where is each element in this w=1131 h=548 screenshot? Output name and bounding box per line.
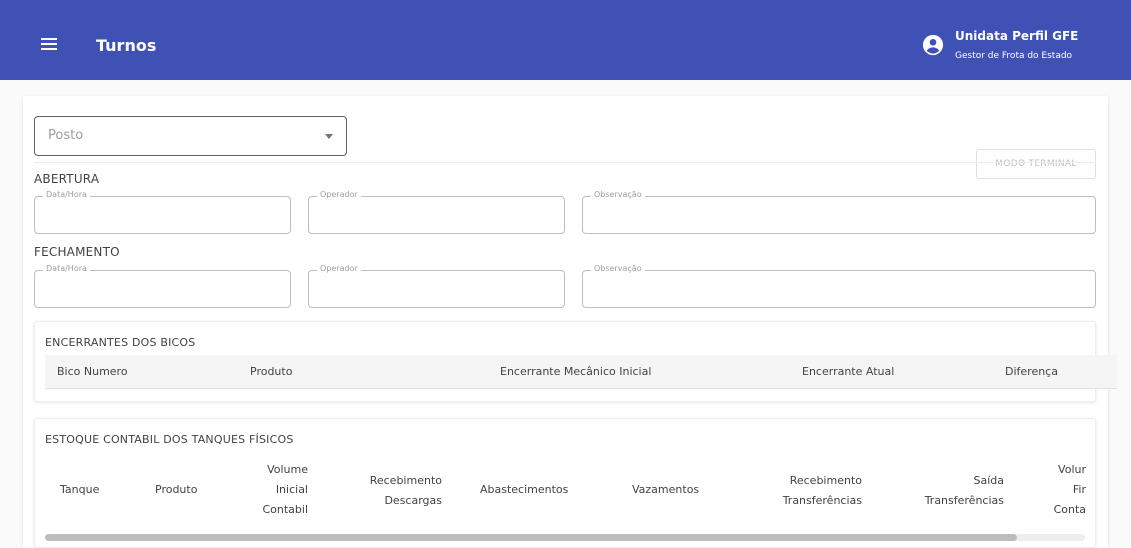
column-header[interactable]: Abastecimentos (480, 480, 568, 500)
column-header[interactable]: Diferença (1005, 365, 1058, 378)
abertura-operador-field[interactable]: Operador (308, 190, 565, 234)
fechamento-operador-field[interactable]: Operador (308, 264, 565, 308)
account-circle-icon[interactable] (922, 34, 944, 56)
column-header[interactable]: Recebimento Transferências (728, 471, 862, 511)
fechamento-title: FECHAMENTO (34, 245, 120, 259)
column-header[interactable]: Encerrante Mecânico Inicial (500, 365, 651, 378)
user-role: Gestor de Frota do Estado (955, 51, 1073, 61)
estoque-title: ESTOQUE CONTABIL DOS TANQUES FÍSICOS (45, 433, 294, 446)
fechamento-operador-label: Operador (317, 264, 361, 273)
column-header[interactable]: Produto (155, 480, 197, 500)
app-bar: Turnos Unidata Perfil GFE Gestor de Frot… (0, 0, 1131, 80)
encerrantes-card: ENCERRANTES DOS BICOS Bico Numero Produt… (34, 321, 1117, 402)
fechamento-datahora-field[interactable]: Data/Hora (34, 264, 291, 308)
column-header[interactable]: Vazamentos (632, 480, 699, 500)
fechamento-observacao-field[interactable]: Observação (582, 264, 1096, 308)
abertura-datahora-field[interactable]: Data/Hora (34, 190, 291, 234)
column-header[interactable]: Tanque (60, 480, 99, 500)
column-header[interactable]: Volur Fir Conta (1050, 460, 1086, 520)
column-header[interactable]: Volume Inicial Contabil (256, 460, 308, 520)
menu-icon[interactable] (41, 38, 57, 50)
abertura-title: ABERTURA (34, 172, 100, 186)
encerrantes-table-header: Bico Numero Produto Encerrante Mecânico … (45, 355, 1117, 389)
abertura-operador-label: Operador (317, 190, 361, 199)
column-header[interactable]: Saída Transferências (898, 471, 1004, 511)
fechamento-observacao-label: Observação (591, 264, 645, 273)
abertura-observacao-label: Observação (591, 190, 645, 199)
posto-select-label: Posto (48, 128, 84, 143)
fechamento-datahora-label: Data/Hora (43, 264, 90, 273)
column-header[interactable]: Produto (250, 365, 292, 378)
horizontal-scrollbar-thumb[interactable] (45, 534, 1017, 541)
column-header[interactable]: Recebimento Descargas (345, 471, 442, 511)
modo-terminal-button[interactable]: MODO TERMINAL (976, 149, 1096, 179)
user-name: Unidata Perfil GFE (955, 29, 1079, 43)
caret-down-icon (325, 134, 333, 139)
abertura-datahora-label: Data/Hora (43, 190, 90, 199)
posto-select[interactable]: Posto (34, 116, 347, 156)
abertura-observacao-field[interactable]: Observação (582, 190, 1096, 234)
divider (34, 162, 1096, 163)
column-header[interactable]: Bico Numero (57, 365, 128, 378)
page-title: Turnos (96, 36, 157, 55)
encerrantes-title: ENCERRANTES DOS BICOS (45, 336, 196, 349)
column-header[interactable]: Encerrante Atual (802, 365, 894, 378)
